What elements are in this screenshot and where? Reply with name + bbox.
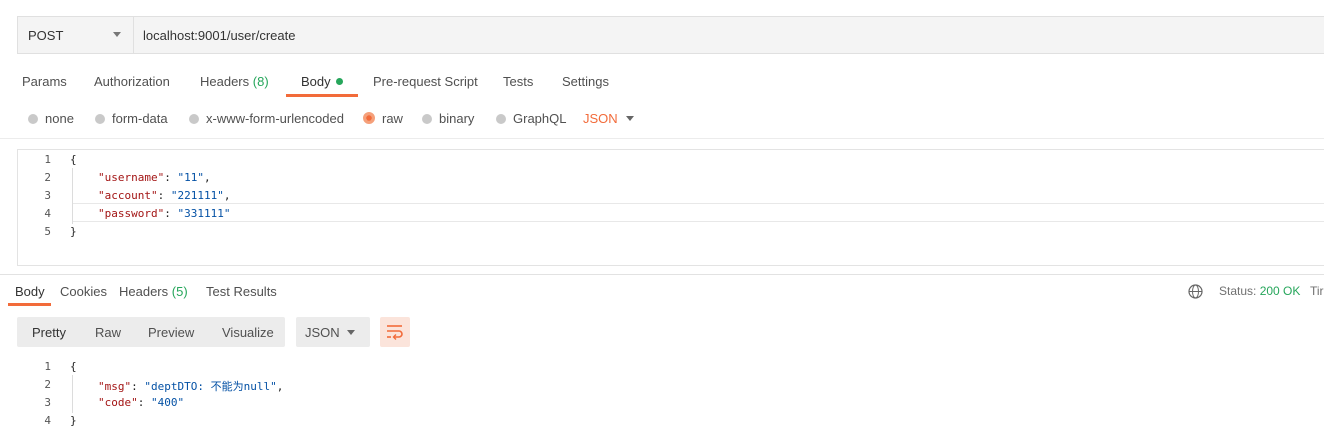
response-tab-headers-label: Headers xyxy=(119,284,169,299)
response-view-mode: Pretty Raw Preview Visualize xyxy=(17,317,285,347)
view-preview-button[interactable]: Preview xyxy=(148,325,194,340)
code-line: "username": "11", xyxy=(98,171,211,184)
indent-guide xyxy=(72,168,73,224)
code-line: "password": "331111" xyxy=(98,207,231,220)
code-line: "account": "221111", xyxy=(98,189,231,202)
chevron-down-icon xyxy=(626,116,634,121)
radio-form-data[interactable]: form-data xyxy=(95,111,168,126)
response-tab-body[interactable]: Body xyxy=(15,284,45,299)
divider xyxy=(0,138,1324,139)
radio-circle-icon xyxy=(422,114,432,124)
tab-params[interactable]: Params xyxy=(22,74,67,89)
radio-binary[interactable]: binary xyxy=(422,111,474,126)
response-tab-headers[interactable]: Headers (5) xyxy=(119,284,188,299)
status-value: 200 OK xyxy=(1259,284,1301,298)
tab-body[interactable]: Body xyxy=(301,74,343,89)
code-open-brace: { xyxy=(70,153,77,166)
body-indicator-dot-icon xyxy=(335,78,343,85)
radio-none-label: none xyxy=(45,111,74,126)
line-number: 5 xyxy=(44,225,51,238)
radio-form-data-label: form-data xyxy=(112,111,168,126)
wrap-lines-button[interactable] xyxy=(380,317,410,347)
status-label: Status: xyxy=(1219,284,1257,298)
active-tab-underline xyxy=(286,94,358,97)
response-format-label: JSON xyxy=(305,325,340,340)
line-number: 4 xyxy=(44,207,51,220)
code-line: "code": "400" xyxy=(98,396,185,409)
indent-guide xyxy=(72,375,73,413)
method-select[interactable]: POST xyxy=(18,17,134,53)
line-number: 1 xyxy=(44,360,51,373)
radio-circle-icon xyxy=(496,114,506,124)
tab-headers-label: Headers xyxy=(200,74,250,89)
tab-settings[interactable]: Settings xyxy=(562,74,609,89)
pane-divider[interactable] xyxy=(0,274,1324,275)
radio-circle-icon xyxy=(95,114,105,124)
request-url-bar: POST localhost:9001/user/create xyxy=(17,16,1324,54)
radio-circle-icon xyxy=(189,114,199,124)
response-tab-headers-count: (5) xyxy=(171,284,188,299)
active-response-tab-underline xyxy=(8,303,51,306)
tab-authorization[interactable]: Authorization xyxy=(94,74,170,89)
line-number: 2 xyxy=(44,171,51,184)
view-visualize-button[interactable]: Visualize xyxy=(222,325,274,340)
line-number: 4 xyxy=(44,414,51,427)
chevron-down-icon xyxy=(347,330,355,335)
globe-icon[interactable] xyxy=(1188,284,1203,299)
line-number: 3 xyxy=(44,189,51,202)
code-close-brace: } xyxy=(70,414,77,427)
response-body-viewer[interactable] xyxy=(17,356,1324,436)
body-format-select[interactable]: JSON xyxy=(583,111,618,126)
radio-urlencoded-label: x-www-form-urlencoded xyxy=(206,111,344,126)
response-format-select[interactable]: JSON xyxy=(296,317,370,347)
code-line: "msg": "deptDTO: 不能为null", xyxy=(98,380,284,393)
radio-raw-label: raw xyxy=(382,111,403,126)
tab-prerequest-script[interactable]: Pre-request Script xyxy=(373,74,478,89)
radio-none[interactable]: none xyxy=(28,111,74,126)
line-number: 2 xyxy=(44,378,51,391)
radio-selected-icon xyxy=(363,112,375,124)
line-number: 3 xyxy=(44,396,51,409)
line-number: 1 xyxy=(44,153,51,166)
radio-circle-icon xyxy=(28,114,38,124)
tab-body-label: Body xyxy=(301,74,331,89)
method-label: POST xyxy=(28,28,64,43)
radio-raw[interactable]: raw xyxy=(363,111,403,126)
tab-tests[interactable]: Tests xyxy=(503,74,533,89)
wrap-icon xyxy=(387,325,403,340)
url-input[interactable]: localhost:9001/user/create xyxy=(143,28,295,43)
radio-graphql-label: GraphQL xyxy=(513,111,567,126)
view-raw-button[interactable]: Raw xyxy=(95,325,121,340)
radio-urlencoded[interactable]: x-www-form-urlencoded xyxy=(189,111,344,126)
response-time-label: Tir xyxy=(1310,284,1324,298)
radio-graphql[interactable]: GraphQL xyxy=(496,111,566,126)
tab-headers-count: (8) xyxy=(252,74,269,89)
chevron-down-icon xyxy=(113,32,121,37)
active-line-highlight xyxy=(72,203,1324,222)
tab-headers[interactable]: Headers (8) xyxy=(200,74,269,89)
response-tab-test-results[interactable]: Test Results xyxy=(206,284,277,299)
code-open-brace: { xyxy=(70,360,77,373)
response-tab-cookies[interactable]: Cookies xyxy=(60,284,107,299)
code-close-brace: } xyxy=(70,225,77,238)
radio-binary-label: binary xyxy=(439,111,475,126)
response-status: Status: 200 OK xyxy=(1219,284,1300,298)
view-pretty-button[interactable]: Pretty xyxy=(32,325,66,340)
